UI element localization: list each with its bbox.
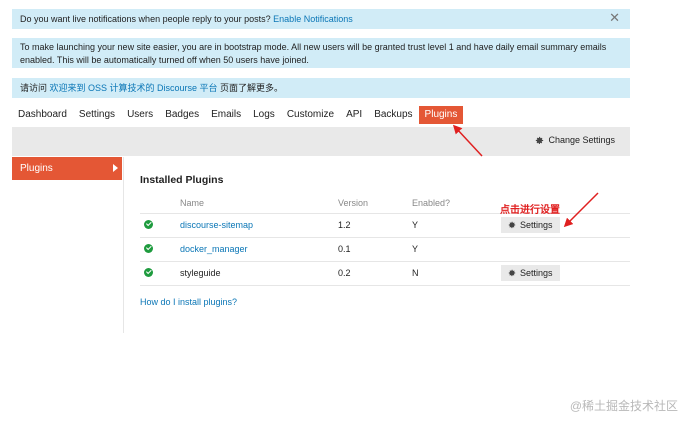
gear-icon (536, 136, 544, 144)
sidebar-item-plugins[interactable]: Plugins (12, 157, 122, 180)
plugin-enabled: Y (412, 237, 501, 262)
settings-button-label: Settings (520, 220, 553, 230)
enable-notifications-link[interactable]: Enable Notifications (273, 14, 353, 24)
check-circle-icon (144, 243, 153, 253)
gear-icon (508, 221, 516, 229)
plugin-enabled: N (412, 261, 501, 286)
settings-button-label: Settings (520, 268, 553, 278)
bootstrap-mode-text: To make launching your new site easier, … (20, 42, 607, 65)
plugin-settings-button[interactable]: Settings (501, 217, 560, 233)
tab-emails[interactable]: Emails (205, 106, 247, 124)
plugins-toolbar: Change Settings (12, 127, 630, 156)
plugin-enabled: Y (412, 213, 501, 238)
tab-customize[interactable]: Customize (281, 106, 340, 124)
table-row: discourse-sitemap 1.2 Y Settings (140, 213, 630, 238)
gear-icon (508, 269, 516, 277)
tab-settings[interactable]: Settings (73, 106, 121, 124)
plugin-name: styleguide (180, 261, 338, 286)
check-circle-icon (144, 219, 153, 229)
welcome-suffix: 页面了解更多。 (217, 83, 284, 93)
status-column-header (140, 193, 180, 214)
welcome-banner: 请访问 欢迎来到 OSS 计算技术的 Discourse 平台 页面了解更多。 (12, 78, 630, 98)
welcome-prefix: 请访问 (20, 83, 50, 93)
plugin-name-link[interactable]: discourse-sitemap (180, 220, 253, 230)
caret-right-icon (113, 164, 118, 172)
annotation-label: 点击进行设置 (500, 205, 560, 216)
admin-nav: Dashboard Settings Users Badges Emails L… (12, 106, 464, 124)
tab-dashboard[interactable]: Dashboard (12, 106, 73, 124)
change-settings-button[interactable]: Change Settings (535, 135, 615, 145)
check-circle-icon (144, 267, 153, 277)
install-plugins-help-link[interactable]: How do I install plugins? (140, 297, 237, 307)
page-title: Installed Plugins (140, 174, 224, 186)
tab-backups[interactable]: Backups (368, 106, 418, 124)
tab-logs[interactable]: Logs (247, 106, 281, 124)
tab-badges[interactable]: Badges (159, 106, 205, 124)
watermark: @稀土掘金技术社区 (569, 399, 678, 413)
plugin-name-link[interactable]: docker_manager (180, 244, 248, 254)
tab-users[interactable]: Users (121, 106, 159, 124)
tab-api[interactable]: API (340, 106, 368, 124)
enabled-column-header: Enabled? (412, 193, 501, 214)
welcome-topic-link[interactable]: 欢迎来到 OSS 计算技术的 Discourse 平台 (50, 83, 218, 93)
tab-plugins[interactable]: Plugins (418, 106, 464, 124)
bootstrap-mode-banner: To make launching your new site easier, … (12, 38, 630, 68)
plugin-settings-button[interactable]: Settings (501, 265, 560, 281)
change-settings-label: Change Settings (548, 135, 615, 145)
name-column-header: Name (180, 193, 338, 214)
sidebar-divider (123, 157, 124, 333)
close-icon[interactable]: ✕ (609, 11, 620, 24)
plugin-version: 0.2 (338, 261, 412, 286)
notification-banner-text: Do you want live notifications when peop… (20, 14, 271, 24)
version-column-header: Version (338, 193, 412, 214)
table-row: styleguide 0.2 N Settings (140, 261, 630, 286)
notification-banner: Do you want live notifications when peop… (12, 9, 630, 29)
sidebar-item-label: Plugins (20, 163, 53, 174)
plugin-settings-empty (501, 237, 630, 262)
table-row: docker_manager 0.1 Y (140, 237, 630, 262)
plugin-version: 0.1 (338, 237, 412, 262)
plugin-version: 1.2 (338, 213, 412, 238)
